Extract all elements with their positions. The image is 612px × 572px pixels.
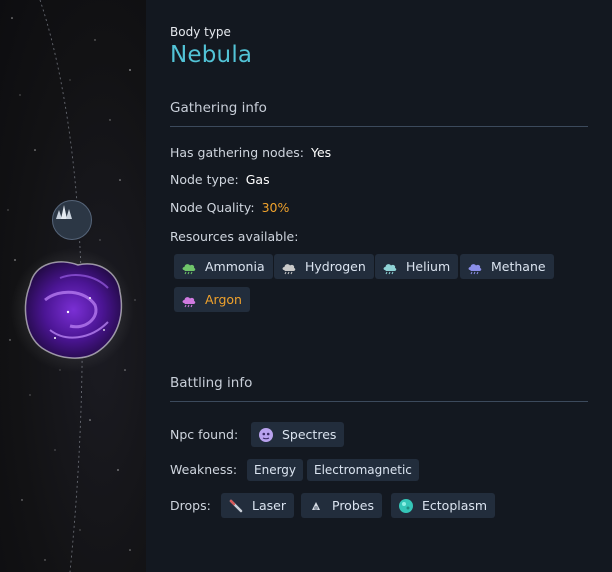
gathering-nodes-label: Has gathering nodes: — [170, 145, 305, 160]
resource-name: Helium — [406, 259, 451, 274]
drop-name: Probes — [332, 498, 374, 513]
battling-divider — [170, 401, 588, 402]
resource-name: Ammonia — [205, 259, 265, 274]
helium-cloud-icon — [383, 263, 397, 274]
weakness-chip-electromagnetic[interactable]: Electromagnetic — [307, 459, 419, 481]
drop-name: Laser — [252, 498, 286, 513]
gathering-divider — [170, 126, 588, 127]
ammonia-cloud-icon — [182, 263, 196, 274]
drop-chip-laser[interactable]: Laser — [221, 493, 294, 518]
resources-label-row: Resources available: — [170, 229, 298, 244]
weakness-label: Weakness: — [170, 462, 238, 477]
starfield — [7, 0, 136, 572]
resource-chip-ammonia[interactable]: Ammonia — [174, 254, 273, 279]
resource-chip-methane[interactable]: Methane — [460, 254, 554, 279]
resources-label: Resources available: — [170, 229, 299, 244]
npc-name: Spectres — [282, 427, 337, 442]
resource-name: Argon — [205, 292, 242, 307]
ectoplasm-icon — [399, 498, 413, 513]
node-type-row: Node type: Gas — [170, 172, 270, 187]
battling-section-title: Battling info — [170, 375, 253, 391]
laser-icon — [229, 499, 243, 512]
resource-chip-argon[interactable]: Argon — [174, 287, 250, 312]
drop-name: Ectoplasm — [422, 498, 488, 513]
resource-chip-hydrogen[interactable]: Hydrogen — [274, 254, 374, 279]
body-type-label: Body type — [170, 25, 231, 39]
weakness-name: Energy — [254, 463, 297, 477]
orbit-station-button[interactable] — [52, 200, 92, 240]
weakness-row: Weakness: — [170, 462, 237, 477]
body-info-panel: Body type Nebula Gathering info Has gath… — [146, 0, 612, 572]
drop-chip-probes[interactable]: Probes — [301, 493, 382, 518]
node-quality-value: 30% — [261, 200, 290, 215]
node-quality-label: Node Quality: — [170, 200, 255, 215]
drops-label: Drops: — [170, 498, 211, 513]
weakness-name: Electromagnetic — [314, 463, 412, 477]
resource-name: Hydrogen — [305, 259, 366, 274]
npc-chip-spectres[interactable]: Spectres — [251, 422, 345, 447]
npc-found-label: Npc found: — [170, 427, 239, 442]
gathering-section-title: Gathering info — [170, 100, 267, 116]
space-view — [0, 0, 146, 572]
hydrogen-cloud-icon — [282, 263, 296, 274]
spectre-icon — [259, 427, 273, 442]
weakness-chip-energy[interactable]: Energy — [247, 459, 304, 481]
methane-cloud-icon — [468, 263, 482, 274]
resource-name: Methane — [491, 259, 546, 274]
node-quality-row: Node Quality: 30% — [170, 200, 289, 215]
drop-chip-ectoplasm[interactable]: Ectoplasm — [391, 493, 496, 518]
nebula-body[interactable] — [10, 248, 134, 372]
npc-found-row: Npc found: — [170, 427, 238, 442]
gathering-nodes-row: Has gathering nodes: Yes — [170, 145, 331, 160]
probe-icon — [312, 501, 320, 510]
node-type-label: Node type: — [170, 172, 239, 187]
node-type-value: Gas — [245, 172, 270, 187]
resource-chip-helium[interactable]: Helium — [375, 254, 459, 279]
argon-cloud-icon — [182, 296, 196, 307]
drops-row: Drops: — [170, 498, 211, 513]
crystals-icon — [56, 205, 72, 219]
gathering-nodes-value: Yes — [311, 145, 332, 160]
body-type-value: Nebula — [170, 42, 253, 68]
